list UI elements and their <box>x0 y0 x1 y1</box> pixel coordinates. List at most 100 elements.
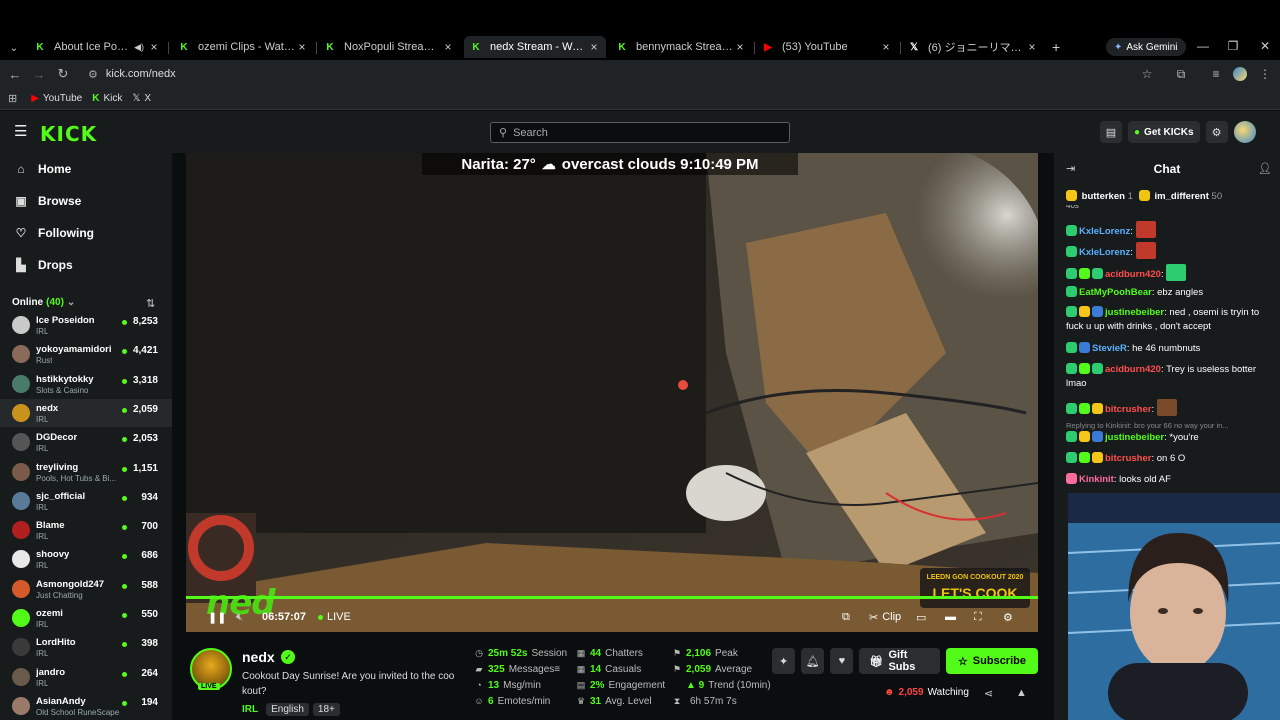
chat-message[interactable]: StevieR: he 46 numbnuts <box>1066 342 1276 356</box>
chat-username[interactable]: StevieR <box>1092 343 1127 354</box>
video-player[interactable]: Narita: 27° ☁ overcast clouds 9:10:49 PM… <box>186 153 1038 632</box>
leaderboard-item[interactable]: im_different 50 <box>1138 190 1222 202</box>
fullscreen-icon[interactable]: ⛶ <box>974 607 982 627</box>
leaderboard-item[interactable]: butterken 1 <box>1066 190 1133 202</box>
notification-bell-icon[interactable]: 🔔︎ <box>801 648 825 674</box>
nav-following[interactable]: ♡ Following <box>14 223 94 243</box>
gift-subs-button[interactable]: 🎁︎ Gift Subs <box>859 648 940 674</box>
bookmark-youtube[interactable]: ▶ YouTube <box>31 93 82 104</box>
mute-icon[interactable]: 🔇︎ <box>236 607 243 627</box>
pin-icon[interactable]: ✦ <box>772 648 796 674</box>
media-icon[interactable]: ≡ <box>1208 66 1224 82</box>
maximize-icon[interactable]: ❐ <box>1218 36 1248 56</box>
miniplayer-icon[interactable]: ⧉ <box>842 607 850 627</box>
tag-18plus[interactable]: 18+ <box>312 703 340 716</box>
back-icon[interactable]: ← <box>7 66 23 82</box>
nav-browse[interactable]: ▣ Browse <box>14 191 81 211</box>
close-icon[interactable]: × <box>442 40 454 54</box>
bookmark-kick[interactable]: K Kick <box>92 93 122 104</box>
sidebar-channel-item[interactable]: Blame IRL 700 <box>0 516 172 544</box>
minimize-icon[interactable]: — <box>1188 36 1218 56</box>
sidebar-channel-item[interactable]: shoovy IRL 686 <box>0 545 172 573</box>
search-input[interactable]: ⚲ Search <box>490 122 790 143</box>
live-progress-bar[interactable] <box>186 596 1038 599</box>
sidebar-channel-item[interactable]: DGDecor IRL 2,053 <box>0 428 172 456</box>
nav-home[interactable]: ⌂ Home <box>14 159 71 179</box>
get-kicks-button[interactable]: ● Get KICKs <box>1128 121 1200 143</box>
chat-message[interactable]: bitcrusher: <box>1066 399 1276 417</box>
nav-drops[interactable]: ▙ Drops <box>14 255 72 275</box>
close-icon[interactable]: × <box>880 40 892 54</box>
chat-username[interactable]: EatMyPoohBear <box>1079 287 1152 298</box>
tab-1[interactable]: K ozemi Clips - Watch Live on × <box>172 36 314 58</box>
chat-username[interactable]: justinebeiber <box>1105 307 1164 318</box>
category-link[interactable]: IRL <box>242 704 258 715</box>
reload-icon[interactable]: ↻ <box>55 66 71 82</box>
tab-search-icon[interactable]: ⌄ <box>6 40 22 56</box>
sidebar-channel-item[interactable]: Asmongold247 Just Chatting 588 <box>0 575 172 603</box>
apps-grid-icon[interactable]: ⊞ <box>8 92 17 105</box>
sidebar-channel-item[interactable]: treyliving Pools, Hot Tubs & Bi... 1,151 <box>0 458 172 486</box>
sidebar-channel-item[interactable]: ozemi IRL 550 <box>0 604 172 632</box>
more-menu-icon[interactable]: ⋮ <box>1257 66 1273 82</box>
theater-mode-icon[interactable]: ▬ <box>945 607 956 627</box>
close-icon[interactable]: × <box>1026 40 1038 54</box>
chat-message[interactable]: KxleLorenz: <box>1066 221 1276 239</box>
sidebar-channel-item[interactable]: sjc_official IRL 934 <box>0 487 172 515</box>
clip-button[interactable]: ✂ Clip <box>869 607 901 627</box>
chat-username[interactable]: KxleLorenz <box>1079 226 1130 237</box>
follow-heart-icon[interactable]: ♥ <box>830 648 854 674</box>
share-icon[interactable]: ⋖ <box>984 687 993 700</box>
chat-message[interactable]: Kinkinit: looks old AF <box>1066 473 1276 487</box>
close-icon[interactable]: × <box>588 40 600 54</box>
chat-message[interactable]: KxleLorenz: <box>1066 242 1276 260</box>
chat-username[interactable]: KxleLorenz <box>1079 247 1130 258</box>
chat-username[interactable]: acidburn420 <box>1105 364 1161 375</box>
sidebar-channel-item[interactable]: LordHito IRL 398 <box>0 633 172 661</box>
settings-icon[interactable]: ⚙ <box>1003 607 1013 627</box>
speaker-icon[interactable]: ◀) <box>134 42 144 53</box>
sidebar-channel-item[interactable]: AsianAndy Old School RuneScape 194 <box>0 692 172 720</box>
chat-message[interactable]: bitcrusher: on 6 O <box>1066 452 1276 466</box>
kick-logo[interactable]: KICK <box>40 122 97 146</box>
chat-message[interactable]: acidburn420: <box>1066 264 1276 282</box>
chat-users-icon[interactable]: 👤︎ <box>1258 162 1272 175</box>
tab-0[interactable]: K About Ice Poseidon - W ◀) × <box>28 36 166 58</box>
bookmark-x[interactable]: 𝕏X <box>132 93 151 104</box>
tab-6[interactable]: 𝕏 (6) ジョニーリマゾ｜返感外国人 × <box>902 36 1044 58</box>
tab-4[interactable]: K bennymack Stream - Watch × <box>610 36 752 58</box>
forward-icon[interactable]: → <box>31 66 47 82</box>
chat-username[interactable]: justinebeiber <box>1105 432 1164 443</box>
chat-message[interactable]: justinebeiber: *you're <box>1066 431 1276 445</box>
site-info-icon[interactable]: ⚙ <box>88 68 98 81</box>
close-icon[interactable]: × <box>148 40 160 54</box>
chat-message[interactable]: acidburn420: Trey is useless botter lmao <box>1066 363 1276 391</box>
dashboard-icon[interactable]: ▤ <box>1100 121 1122 143</box>
close-window-icon[interactable]: ✕ <box>1250 36 1280 56</box>
bookmark-star-icon[interactable]: ☆ <box>1139 66 1155 82</box>
sidebar-channel-item[interactable]: yokoyamamidori Rust 4,421 <box>0 340 172 368</box>
tag-english[interactable]: English <box>266 703 309 716</box>
chat-username[interactable]: bitcrusher <box>1105 453 1151 464</box>
sidebar-channel-item[interactable]: jandro IRL 264 <box>0 663 172 691</box>
chat-username[interactable]: acidburn420 <box>1105 269 1161 280</box>
sidebar-channel-item[interactable]: Ice Poseidon IRL 8,253 <box>0 311 172 339</box>
pause-icon[interactable]: ❚❚ <box>208 607 226 627</box>
new-tab-button[interactable]: + <box>1046 36 1066 58</box>
tab-2[interactable]: K NoxPopuli Stream - Watch L × <box>318 36 460 58</box>
hamburger-menu-icon[interactable]: ☰ <box>14 124 30 140</box>
chat-message[interactable]: justinebeiber: ned , osemi is tryin to f… <box>1066 306 1276 334</box>
extensions-icon[interactable]: ⧉ <box>1173 66 1189 82</box>
sidebar-channel-item[interactable]: nedx IRL 2,059 <box>0 398 172 427</box>
chat-username[interactable]: Kinkinit <box>1079 474 1114 485</box>
close-icon[interactable]: × <box>734 40 746 54</box>
online-header[interactable]: Online (40) ⌄ <box>12 297 75 308</box>
close-icon[interactable]: × <box>296 40 308 54</box>
url-field[interactable]: ⚙ kick.com/nedx <box>78 63 1168 85</box>
chat-message[interactable]: EatMyPoohBear: ebz angles <box>1066 286 1276 300</box>
user-avatar[interactable] <box>1233 121 1256 143</box>
settings-gear-icon[interactable]: ⚙ <box>1205 121 1228 143</box>
profile-icon[interactable] <box>1232 66 1248 82</box>
sidebar-channel-item[interactable]: hstikkytokky Slots & Casino 3,318 <box>0 370 172 398</box>
subscribe-button[interactable]: ☆ Subscribe <box>945 648 1038 674</box>
